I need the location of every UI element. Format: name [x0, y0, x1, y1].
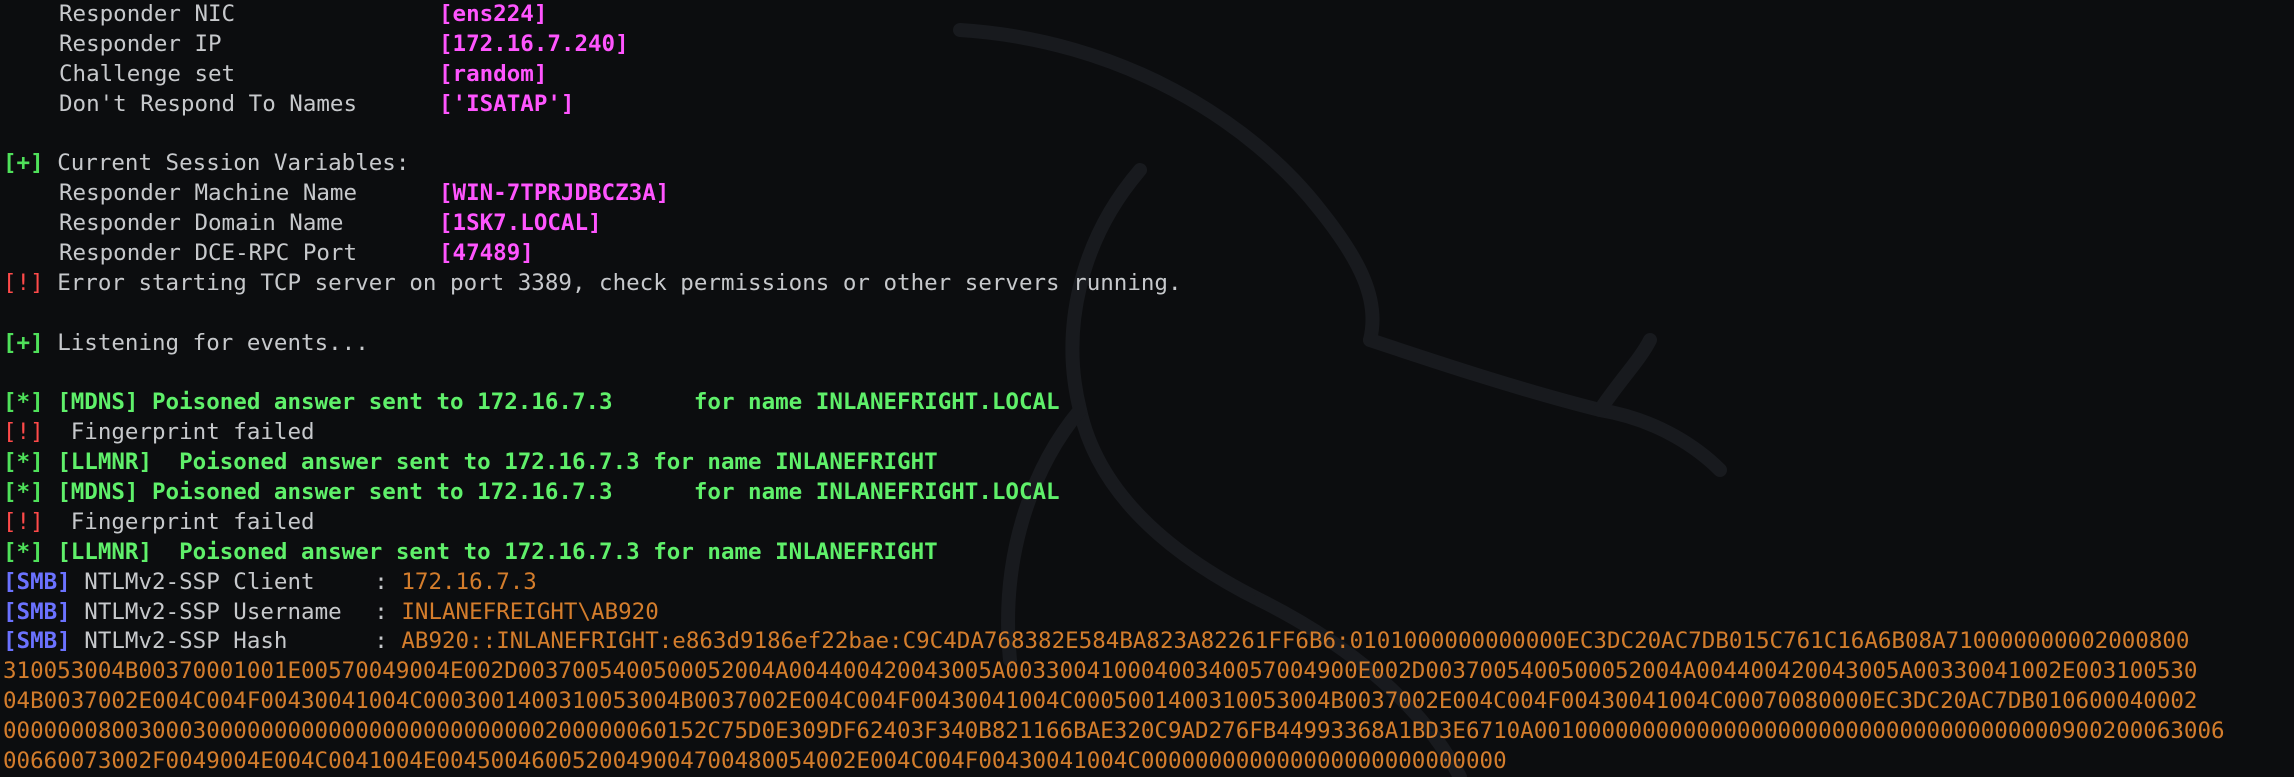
session-header: [+] Current Session Variables: — [3, 149, 2293, 179]
setting-value: [random] — [439, 60, 548, 87]
event-proto: [MDNS] — [57, 479, 139, 505]
listening-line: [+] Listening for events... — [3, 329, 2293, 359]
success-tag: [+] — [3, 329, 44, 356]
setting-row: Responder NIC [ens224] — [3, 0, 2293, 30]
hash-continuation-line: 04B0037002E004C004F00430041004C000300140… — [3, 688, 2198, 715]
setting-row: Challenge set [random] — [3, 60, 2293, 90]
smb-line: [SMB] NTLMv2-SSP Hash: AB920::INLANEFRIG… — [3, 627, 2293, 657]
setting-row: Don't Respond To Names ['ISATAP'] — [3, 90, 2293, 120]
event-tag: [*] — [3, 449, 44, 476]
hash-continuation-line: 00660073002F0049004E004C0041004E00450046… — [3, 747, 1507, 774]
smb-tag: [SMB] — [3, 568, 71, 595]
error-line: [!] Error starting TCP server on port 33… — [3, 269, 2293, 299]
event-tag: [!] — [3, 419, 44, 446]
event-tag: [*] — [3, 389, 44, 416]
event-line: [*] [MDNS] Poisoned answer sent to 172.1… — [3, 388, 2293, 418]
setting-label: Challenge set — [59, 60, 236, 87]
smb-separator: : — [374, 628, 402, 655]
session-var-label: Responder DCE-RPC Port — [59, 240, 358, 266]
smb-tag: [SMB] — [3, 598, 71, 625]
session-var-row: Responder Machine Name [WIN-7TPRJDBCZ3A] — [3, 179, 2293, 209]
setting-row: Responder IP [172.16.7.240] — [3, 30, 2293, 60]
event-proto: [LLMNR] — [57, 449, 153, 476]
smb-separator: : — [374, 598, 402, 625]
event-line: [*] [MDNS] Poisoned answer sent to 172.1… — [3, 478, 2293, 508]
event-line: [*] [LLMNR] Poisoned answer sent to 172.… — [3, 448, 2293, 478]
event-text: Poisoned answer sent to 172.16.7.3 for n… — [152, 449, 938, 476]
setting-label: Don't Respond To Names — [59, 90, 358, 117]
event-text: Poisoned answer sent to 172.16.7.3 for n… — [138, 479, 1060, 505]
setting-value: ['ISATAP'] — [439, 90, 575, 117]
session-var-row: Responder DCE-RPC Port [47489] — [3, 239, 2293, 269]
session-header-text: Current Session Variables: — [57, 150, 410, 177]
setting-value: [172.16.7.240] — [439, 30, 629, 57]
setting-value: [ens224] — [439, 1, 548, 27]
error-tag: [!] — [3, 269, 44, 296]
event-line: [!] Fingerprint failed — [3, 418, 2293, 448]
event-tag: [*] — [3, 538, 44, 565]
terminal-output: Responder NIC [ens224] Responder IP [172.1… — [3, 0, 2293, 777]
event-line: [!] Fingerprint failed — [3, 508, 2293, 538]
smb-label: NTLMv2-SSP Username — [84, 598, 342, 625]
event-text: Fingerprint failed — [43, 419, 315, 446]
session-var-value: [1SK7.LOCAL] — [439, 210, 602, 237]
event-line: [*] [LLMNR] Poisoned answer sent to 172.… — [3, 538, 2293, 568]
hash-continuation-line: 310053004B00370001001E00570049004E002D00… — [3, 658, 2198, 685]
event-text: Fingerprint failed — [43, 508, 315, 535]
smb-separator: : — [374, 568, 402, 595]
event-proto: [LLMNR] — [57, 538, 153, 565]
setting-label: Responder IP — [59, 30, 222, 57]
event-tag: [!] — [3, 508, 44, 535]
ntlm-hash-value: AB920::INLANEFRIGHT:e863d9186ef22bae:C9C… — [401, 628, 2190, 655]
event-tag: [*] — [3, 479, 44, 505]
session-var-value: [47489] — [439, 240, 534, 266]
listening-text: Listening for events... — [57, 329, 369, 356]
smb-label: NTLMv2-SSP Hash — [84, 628, 288, 655]
smb-label: NTLMv2-SSP Client — [84, 568, 315, 595]
session-var-label: Responder Domain Name — [59, 210, 344, 237]
setting-label: Responder NIC — [59, 1, 236, 27]
event-text: Poisoned answer sent to 172.16.7.3 for n… — [138, 389, 1060, 416]
smb-value: 172.16.7.3 — [401, 568, 537, 595]
smb-line: [SMB] NTLMv2-SSP Client: 172.16.7.3 — [3, 568, 2293, 598]
session-var-value: [WIN-7TPRJDBCZ3A] — [439, 180, 670, 207]
session-var-row: Responder Domain Name [1SK7.LOCAL] — [3, 209, 2293, 239]
session-var-label: Responder Machine Name — [59, 180, 358, 207]
smb-value: INLANEFREIGHT\AB920 — [401, 598, 659, 625]
smb-line: [SMB] NTLMv2-SSP Username: INLANEFREIGHT… — [3, 598, 2293, 628]
error-text: Error starting TCP server on port 3389, … — [57, 269, 1182, 296]
success-tag: [+] — [3, 150, 44, 177]
hash-continuation-line: 0000000800300030000000000000000000000000… — [3, 718, 2225, 744]
smb-tag: [SMB] — [3, 628, 71, 655]
event-text: Poisoned answer sent to 172.16.7.3 for n… — [152, 538, 938, 565]
event-proto: [MDNS] — [57, 389, 139, 416]
